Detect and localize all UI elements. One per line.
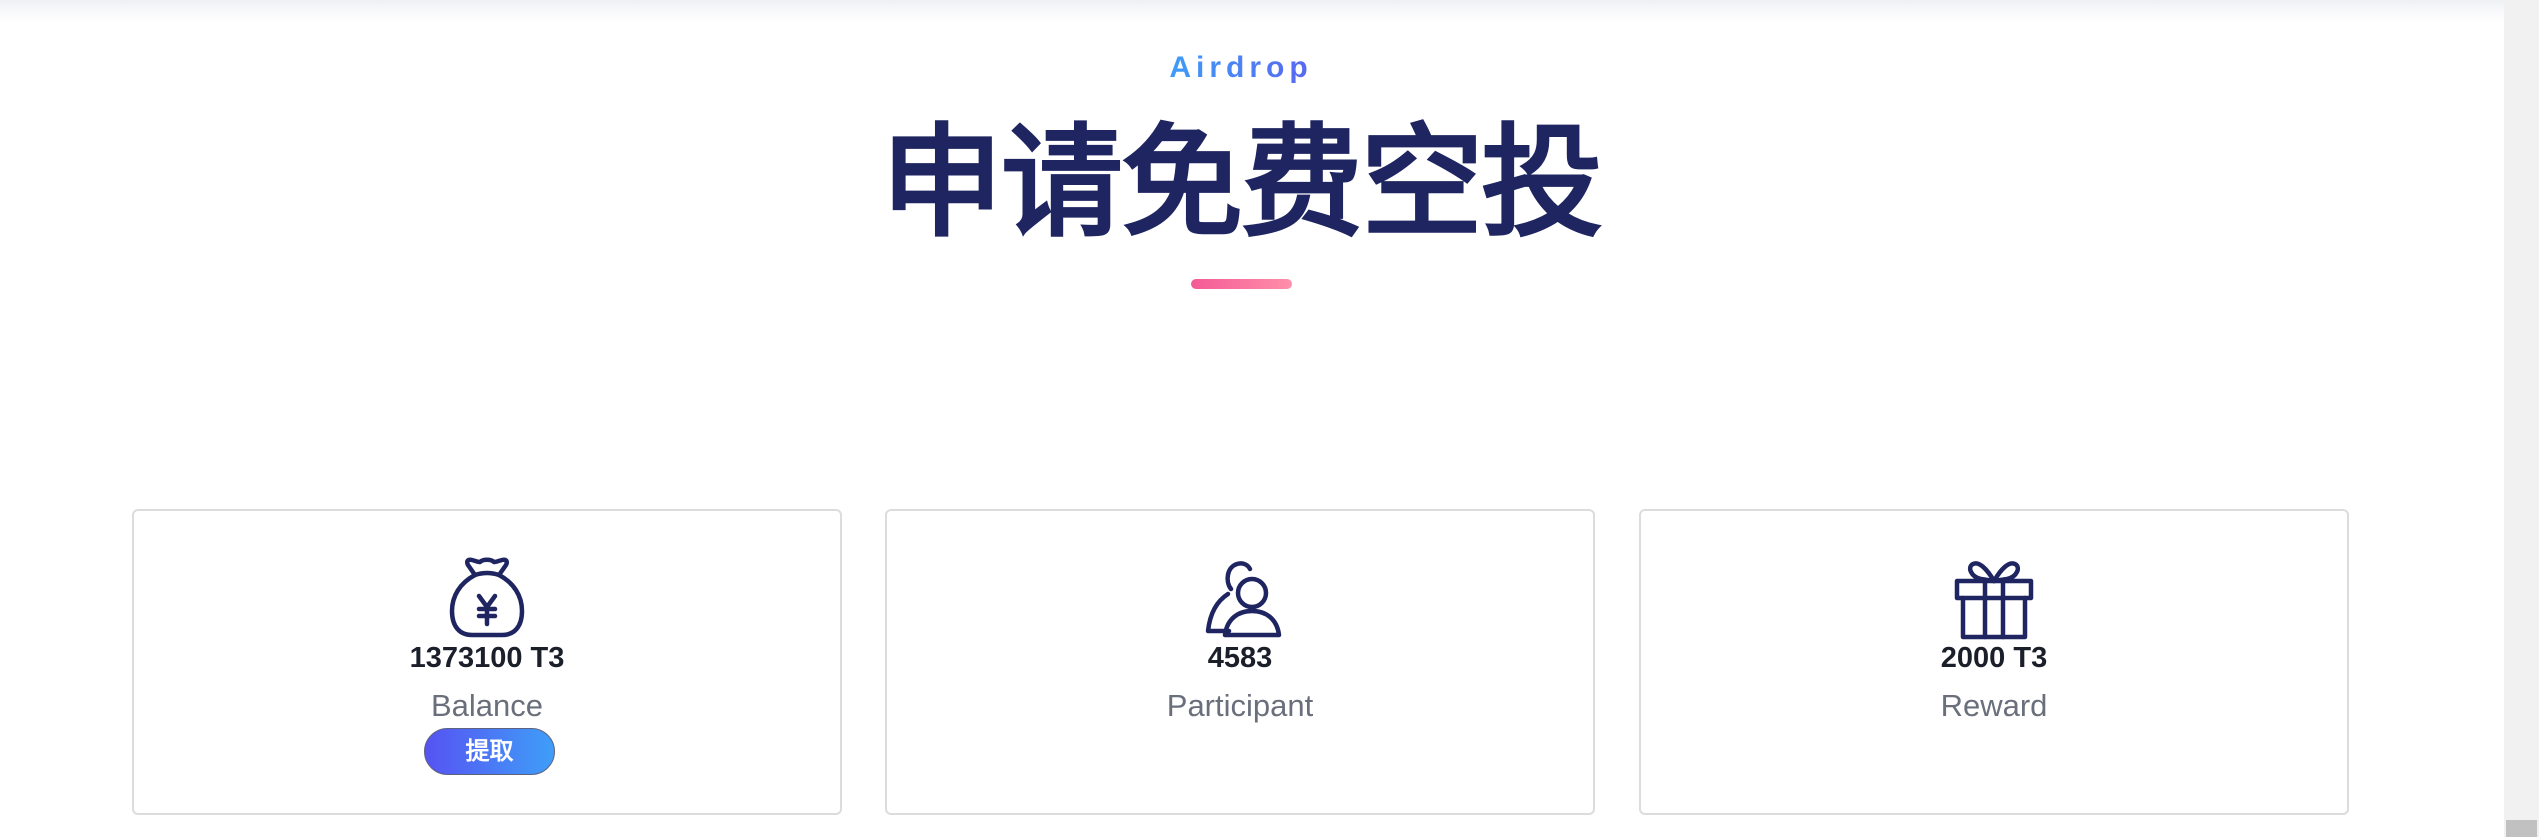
section-eyebrow: Airdrop [0,48,2482,88]
vertical-scrollbar[interactable] [2504,0,2539,837]
money-bag-yen-icon [442,551,532,641]
reward-value: 2000 T3 [1940,642,2048,674]
page-title: 申请免费空投 [881,115,1603,251]
scrollbar-thumb[interactable] [2506,820,2537,837]
withdraw-button[interactable]: 提取 [424,728,555,775]
gift-icon [1949,551,2039,641]
participant-label: Participant [1166,688,1314,723]
user-icon [1195,551,1285,641]
reward-label: Reward [1940,688,2048,723]
header-shadow [0,0,2504,22]
balance-label: Balance [430,688,544,723]
reward-card: 2000 T3 Reward [1639,509,2349,815]
balance-value: 1373100 T3 [409,642,565,674]
balance-card: 1373100 T3 Balance 提取 [132,509,842,815]
eyebrow-text: Airdrop [1169,51,1313,84]
title-underline [1191,279,1292,289]
participant-count: 4583 [1207,642,1273,674]
participant-card: 4583 Participant [885,509,1595,815]
